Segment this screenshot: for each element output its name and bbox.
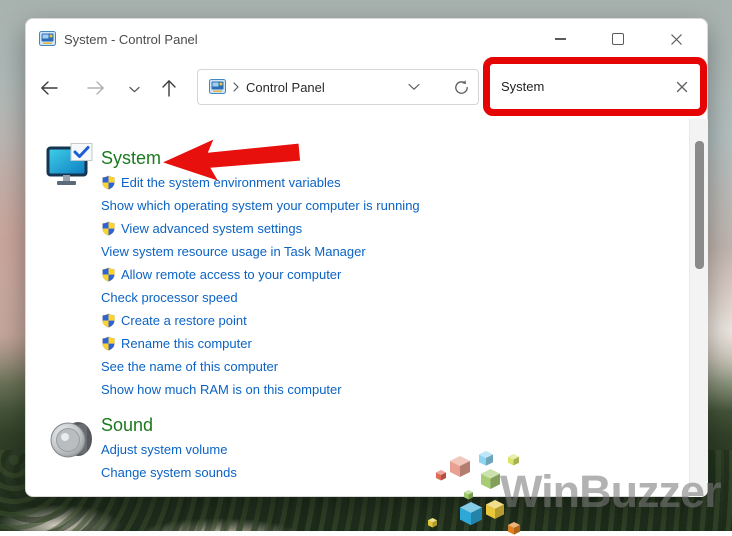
scrollbar-thumb[interactable]	[695, 141, 704, 269]
system-links: Edit the system environment variables Sh…	[101, 171, 420, 401]
uac-shield-icon	[101, 313, 116, 328]
search-highlight-annotation	[483, 57, 707, 116]
task-link[interactable]: View system resource usage in Task Manag…	[101, 244, 366, 259]
list-item: Show which operating system your compute…	[101, 194, 420, 217]
red-arrow-annotation	[163, 139, 301, 181]
control-panel-icon	[39, 31, 56, 46]
list-item: Rename this computer	[101, 332, 420, 355]
list-item: Adjust system volume	[101, 438, 237, 461]
scrollbar-track[interactable]	[689, 119, 708, 497]
uac-shield-icon	[101, 221, 116, 236]
recent-locations-button[interactable]	[121, 76, 147, 102]
uac-shield-icon	[101, 175, 116, 190]
list-item: Change system sounds	[101, 461, 237, 484]
list-item: See the name of this computer	[101, 355, 420, 378]
titlebar[interactable]: System - Control Panel	[26, 19, 707, 61]
winbuzzer-watermark-text: WinBuzzer	[500, 466, 722, 517]
uac-shield-icon	[101, 267, 116, 282]
breadcrumb-chevron-icon	[233, 82, 239, 92]
system-monitor-icon	[46, 143, 93, 185]
search-clear-button[interactable]	[676, 81, 688, 93]
list-item: Allow remote access to your computer	[101, 263, 420, 286]
close-icon	[670, 33, 682, 45]
back-button[interactable]	[36, 75, 62, 101]
list-item: View system resource usage in Task Manag…	[101, 240, 420, 263]
forward-button[interactable]	[83, 75, 109, 101]
forward-icon	[87, 81, 104, 95]
task-link[interactable]: Create a restore point	[121, 313, 247, 328]
up-icon	[162, 80, 176, 97]
up-button[interactable]	[156, 75, 182, 101]
window-title: System - Control Panel	[64, 32, 198, 47]
task-link[interactable]: Rename this computer	[121, 336, 252, 351]
breadcrumb-control-panel[interactable]: Control Panel	[246, 80, 325, 95]
list-item: View advanced system settings	[101, 217, 420, 240]
task-link[interactable]: See the name of this computer	[101, 359, 278, 374]
back-icon	[41, 81, 58, 95]
task-link[interactable]: View advanced system settings	[121, 221, 302, 236]
address-dropdown-icon[interactable]	[408, 83, 420, 91]
list-item: Create a restore point	[101, 309, 420, 332]
address-bar[interactable]: Control Panel	[197, 69, 479, 105]
chevron-down-icon	[128, 86, 140, 92]
list-item: Check processor speed	[101, 286, 420, 309]
list-item: Show how much RAM is on this computer	[101, 378, 420, 401]
maximize-button[interactable]	[595, 24, 641, 54]
task-link[interactable]: Show which operating system your compute…	[101, 198, 420, 213]
control-panel-icon	[209, 79, 226, 94]
close-button[interactable]	[653, 24, 699, 54]
minimize-button[interactable]	[537, 24, 583, 54]
task-link[interactable]: Show how much RAM is on this computer	[101, 382, 342, 397]
sound-links: Adjust system volume Change system sound…	[101, 438, 237, 484]
task-link[interactable]: Check processor speed	[101, 290, 238, 305]
maximize-icon	[612, 33, 624, 45]
minimize-icon	[554, 38, 566, 40]
uac-shield-icon	[101, 336, 116, 351]
result-heading-system[interactable]: System	[101, 148, 161, 169]
task-link[interactable]: Change system sounds	[101, 465, 237, 480]
result-heading-sound[interactable]: Sound	[101, 415, 153, 436]
refresh-icon[interactable]	[453, 79, 470, 96]
speaker-icon	[50, 422, 92, 458]
clear-icon	[676, 81, 688, 92]
task-link[interactable]: Adjust system volume	[101, 442, 227, 457]
task-link[interactable]: Allow remote access to your computer	[121, 267, 341, 282]
search-input[interactable]	[490, 79, 676, 94]
